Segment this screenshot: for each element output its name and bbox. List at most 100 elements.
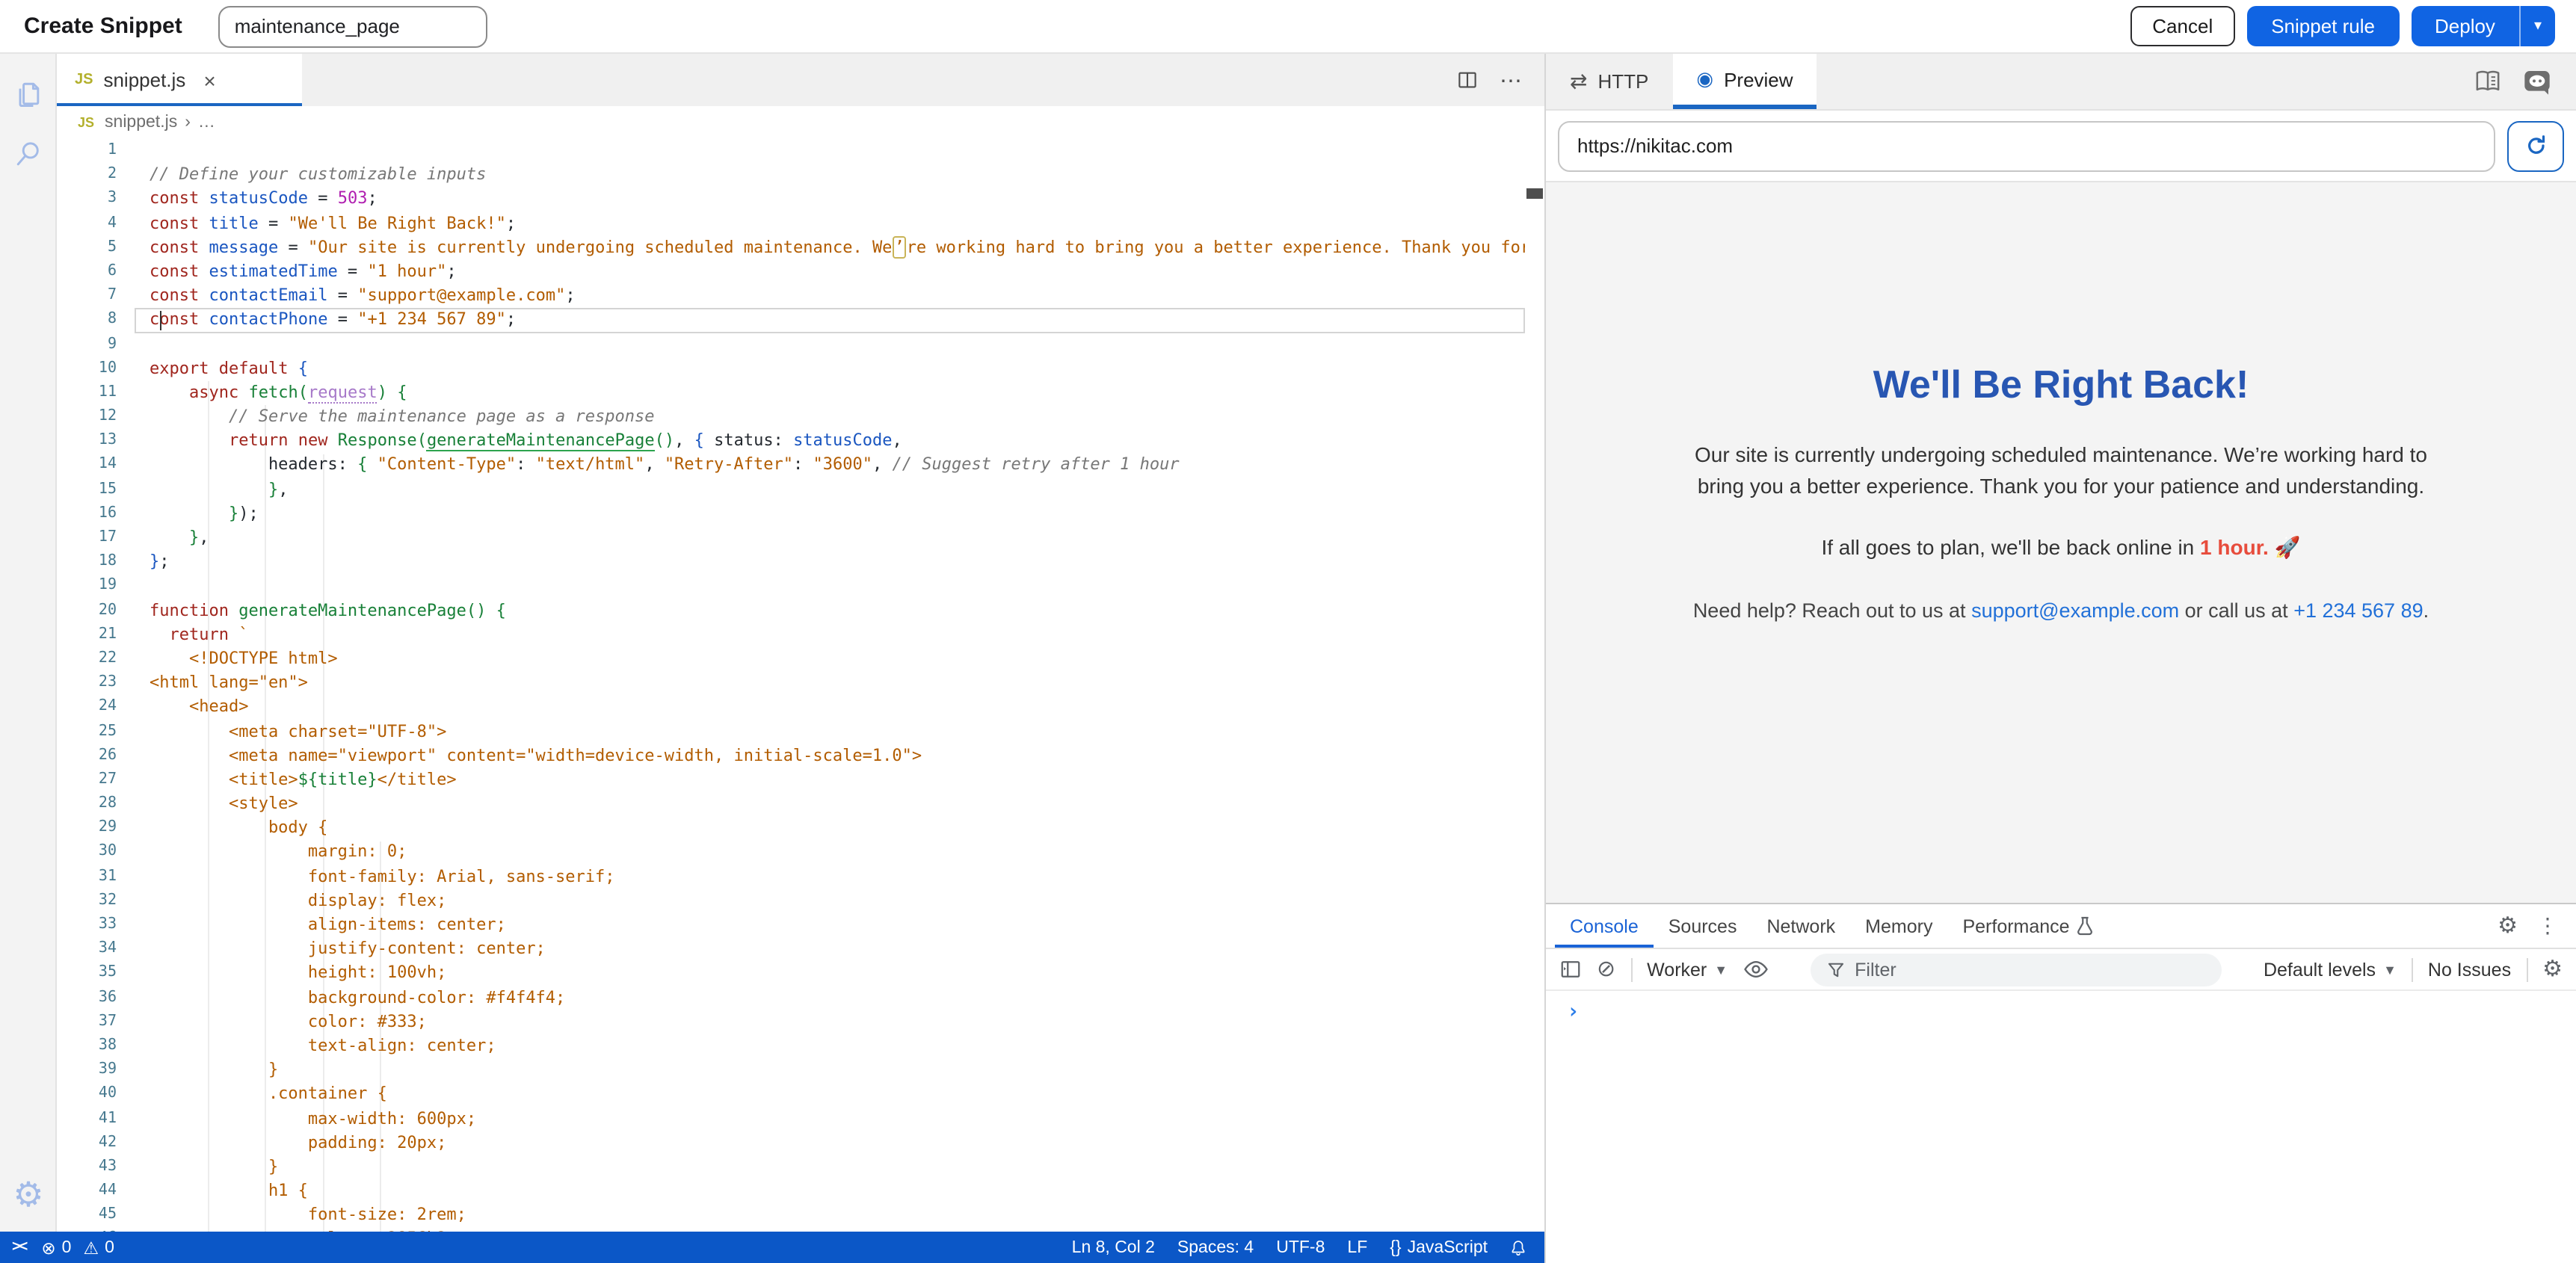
- console-filter-input[interactable]: Filter: [1810, 953, 2222, 986]
- snippet-name-input[interactable]: [218, 5, 487, 47]
- code-line[interactable]: 28 <style>: [57, 792, 1544, 816]
- code-line[interactable]: 34 justify-content: center;: [57, 937, 1544, 961]
- code-line[interactable]: 31 font-family: Arial, sans-serif;: [57, 865, 1544, 889]
- code-line[interactable]: 7const contactEmail = "support@example.c…: [57, 284, 1544, 308]
- url-input[interactable]: [1558, 120, 2495, 171]
- errors-indicator[interactable]: ⊗ 0 ⚠ 0: [41, 1237, 114, 1258]
- code-line[interactable]: 12 // Serve the maintenance page as a re…: [57, 405, 1544, 429]
- language-mode[interactable]: {} JavaScript: [1390, 1238, 1488, 1256]
- tab-network[interactable]: Network: [1751, 904, 1850, 948]
- code-line[interactable]: 6const estimatedTime = "1 hour";: [57, 260, 1544, 284]
- phone-link[interactable]: +1 234 567 89: [2293, 599, 2423, 622]
- code-line[interactable]: 5const message = "Our site is currently …: [57, 236, 1544, 260]
- files-icon[interactable]: [0, 69, 57, 120]
- code-line[interactable]: 13 return new Response(generateMaintenan…: [57, 430, 1544, 454]
- code-line[interactable]: 8const contactPhone = "+1 234 567 89";: [57, 309, 1544, 333]
- code-line[interactable]: 16 });: [57, 502, 1544, 526]
- close-tab-icon[interactable]: ×: [203, 70, 215, 90]
- code-line[interactable]: 11 async fetch(request) {: [57, 381, 1544, 405]
- tab-memory[interactable]: Memory: [1850, 904, 1947, 948]
- code-line[interactable]: 43 }: [57, 1155, 1544, 1179]
- code-line[interactable]: 41 max-width: 600px;: [57, 1107, 1544, 1131]
- code-line[interactable]: 35 height: 100vh;: [57, 962, 1544, 986]
- split-editor-icon[interactable]: [1456, 69, 1479, 91]
- tab-performance[interactable]: Performance: [1947, 904, 2108, 948]
- line-number: 45: [57, 1204, 135, 1228]
- code-line[interactable]: 32 display: flex;: [57, 889, 1544, 913]
- deploy-caret-icon[interactable]: ▾: [2521, 6, 2555, 46]
- code-line[interactable]: 44 h1 {: [57, 1179, 1544, 1203]
- code-line[interactable]: 20function generateMaintenancePage() {: [57, 599, 1544, 623]
- code-editor[interactable]: 12// Define your customizable inputs3con…: [57, 139, 1544, 1232]
- code-line-content: };: [135, 550, 1525, 574]
- cancel-button[interactable]: Cancel: [2130, 6, 2235, 46]
- docs-book-icon[interactable]: [2473, 69, 2503, 94]
- breadcrumb-file[interactable]: snippet.js: [105, 114, 177, 132]
- editor-scrollbar[interactable]: [1525, 139, 1544, 1232]
- default-levels-dropdown[interactable]: Default levels ▼: [2264, 959, 2397, 980]
- code-line[interactable]: 10export default {: [57, 356, 1544, 380]
- code-line[interactable]: 23<html lang="en">: [57, 671, 1544, 695]
- code-line[interactable]: 33 align-items: center;: [57, 913, 1544, 937]
- console-output[interactable]: ›: [1546, 991, 2576, 1263]
- code-line[interactable]: 25 <meta charset="UTF-8">: [57, 720, 1544, 744]
- code-line[interactable]: 38 text-align: center;: [57, 1034, 1544, 1058]
- code-line-content: font-size: 2rem;: [135, 1204, 1525, 1228]
- live-expression-eye-icon[interactable]: [1743, 960, 1768, 979]
- code-line[interactable]: 14 headers: { "Content-Type": "text/html…: [57, 454, 1544, 478]
- code-line[interactable]: 22 <!DOCTYPE html>: [57, 647, 1544, 671]
- devtools-kebab-icon[interactable]: ⋮: [2537, 913, 2558, 939]
- code-line[interactable]: 26 <meta name="viewport" content="width=…: [57, 744, 1544, 768]
- clear-console-icon[interactable]: ⊘: [1597, 958, 1615, 981]
- discord-icon[interactable]: [2522, 67, 2552, 96]
- tab-console[interactable]: Console: [1555, 904, 1654, 948]
- tab-sources[interactable]: Sources: [1654, 904, 1752, 948]
- no-issues-label[interactable]: No Issues: [2428, 959, 2511, 980]
- encoding-setting[interactable]: UTF-8: [1276, 1238, 1325, 1256]
- code-line[interactable]: 21 return `: [57, 623, 1544, 647]
- tab-snippet-js[interactable]: JS snippet.js ×: [57, 54, 302, 106]
- support-email-link[interactable]: support@example.com: [1971, 599, 2179, 622]
- code-line[interactable]: 17 },: [57, 526, 1544, 550]
- code-line[interactable]: 9: [57, 333, 1544, 356]
- code-line[interactable]: 4const title = "We'll Be Right Back!";: [57, 211, 1544, 235]
- console-sidebar-toggle-icon[interactable]: [1559, 958, 1582, 981]
- code-line[interactable]: 37 color: #333;: [57, 1010, 1544, 1034]
- code-line[interactable]: 30 margin: 0;: [57, 841, 1544, 865]
- deploy-button[interactable]: Deploy ▾: [2411, 6, 2555, 46]
- maintenance-help: Need help? Reach out to us at support@ex…: [1546, 599, 2576, 622]
- code-line[interactable]: 2// Define your customizable inputs: [57, 163, 1544, 187]
- code-line[interactable]: 29 body {: [57, 817, 1544, 841]
- code-lines: 12// Define your customizable inputs3con…: [57, 139, 1544, 1232]
- breadcrumb[interactable]: JS snippet.js › …: [57, 106, 1544, 139]
- worker-context-dropdown[interactable]: Worker ▼: [1647, 959, 1728, 980]
- code-line[interactable]: 24 <head>: [57, 696, 1544, 720]
- code-line[interactable]: 39 }: [57, 1058, 1544, 1082]
- code-line[interactable]: 27 <title>${title}</title>: [57, 768, 1544, 792]
- console-settings-icon[interactable]: ⚙: [2542, 958, 2563, 981]
- code-line[interactable]: 19: [57, 575, 1544, 599]
- tab-http[interactable]: ⇄ HTTP: [1546, 54, 1672, 109]
- tab-preview[interactable]: ◉ Preview: [1672, 54, 1817, 109]
- settings-gear-icon[interactable]: ⚙: [0, 1169, 57, 1220]
- remote-indicator-icon[interactable]: ><: [12, 1239, 26, 1256]
- snippet-rule-button[interactable]: Snippet rule: [2247, 6, 2399, 46]
- code-line[interactable]: 42 padding: 20px;: [57, 1131, 1544, 1155]
- indentation-setting[interactable]: Spaces: 4: [1177, 1238, 1254, 1256]
- code-line[interactable]: 18};: [57, 550, 1544, 574]
- eol-setting[interactable]: LF: [1347, 1238, 1367, 1256]
- code-line[interactable]: 15 },: [57, 478, 1544, 501]
- notifications-bell-icon[interactable]: [1510, 1238, 1526, 1256]
- code-line[interactable]: 1: [57, 139, 1544, 163]
- refresh-button[interactable]: [2507, 120, 2564, 171]
- code-line[interactable]: 3const statusCode = 503;: [57, 188, 1544, 211]
- more-actions-icon[interactable]: ⋯: [1500, 67, 1523, 93]
- code-line[interactable]: 40 .container {: [57, 1083, 1544, 1107]
- breadcrumb-more[interactable]: …: [198, 114, 215, 132]
- devtools-settings-icon[interactable]: ⚙: [2498, 915, 2518, 937]
- console-prompt-icon[interactable]: ›: [1546, 991, 2576, 1022]
- code-line[interactable]: 45 font-size: 2rem;: [57, 1204, 1544, 1228]
- cursor-position[interactable]: Ln 8, Col 2: [1072, 1238, 1155, 1256]
- code-line[interactable]: 36 background-color: #f4f4f4;: [57, 986, 1544, 1010]
- search-icon[interactable]: [0, 129, 57, 179]
